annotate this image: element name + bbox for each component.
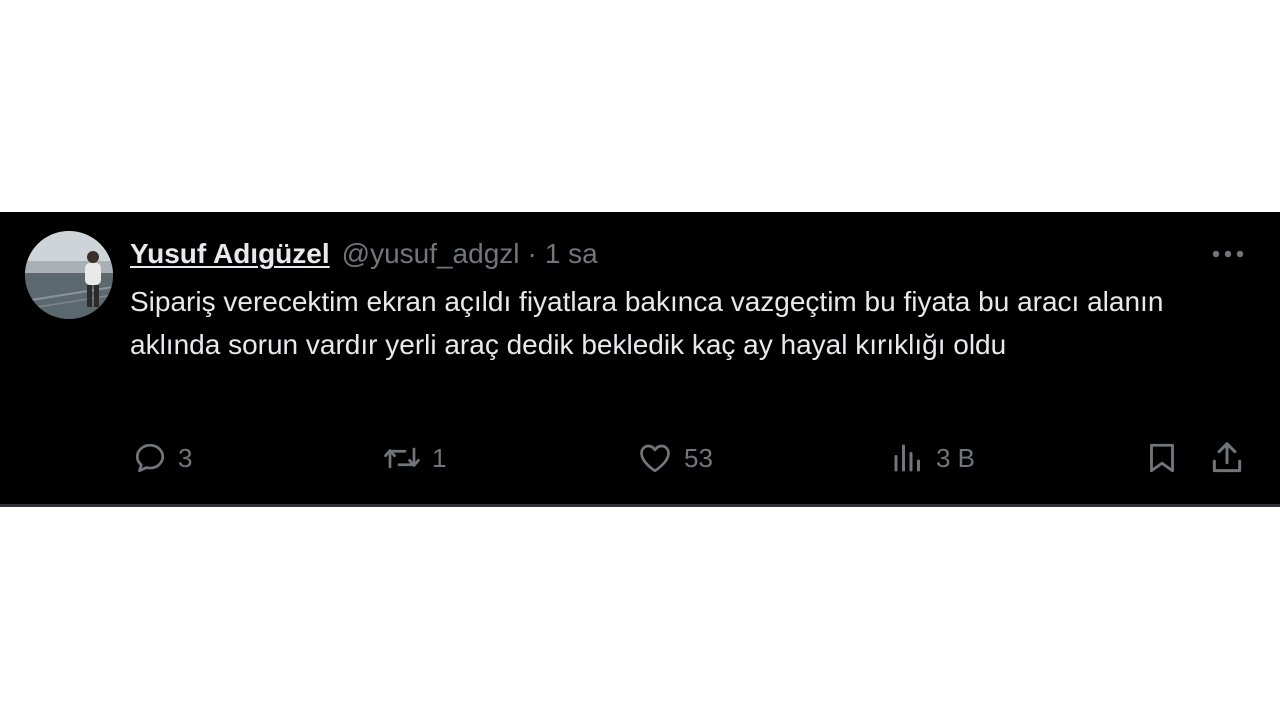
author-name[interactable]: Yusuf Adıgüzel [130, 238, 330, 270]
more-options-button[interactable] [1208, 240, 1248, 268]
avatar-photo [25, 231, 113, 319]
like-button[interactable]: 53 [636, 434, 713, 482]
more-horizontal-icon [1212, 250, 1244, 258]
tweet-actions: 3 1 53 3 B [0, 434, 1280, 482]
tweet-card[interactable]: Yusuf Adıgüzel @yusuf_adgzl · 1 sa Sipar… [0, 212, 1280, 507]
share-icon [1212, 442, 1242, 473]
tweet-timestamp[interactable]: 1 sa [545, 238, 598, 270]
avatar[interactable] [25, 231, 113, 319]
like-count: 53 [684, 442, 713, 473]
reply-count: 3 [178, 442, 193, 473]
views-icon [894, 444, 920, 472]
views-button[interactable]: 3 B [890, 434, 975, 482]
tweet-header: Yusuf Adıgüzel @yusuf_adgzl · 1 sa [130, 234, 598, 274]
bookmark-icon [1150, 443, 1174, 473]
repost-count: 1 [432, 442, 447, 473]
repost-button[interactable]: 1 [382, 434, 446, 482]
separator-dot: · [527, 238, 537, 269]
author-handle[interactable]: @yusuf_adgzl [342, 238, 520, 270]
tweet-text: Sipariş verecektim ekran açıldı fiyatlar… [130, 286, 1164, 360]
repost-icon [384, 447, 420, 469]
heart-icon [640, 444, 670, 473]
share-button[interactable] [1208, 434, 1246, 482]
views-count: 3 B [936, 442, 976, 473]
reply-button[interactable]: 3 [132, 434, 192, 482]
bookmark-button[interactable] [1144, 434, 1180, 482]
reply-icon [135, 443, 165, 473]
